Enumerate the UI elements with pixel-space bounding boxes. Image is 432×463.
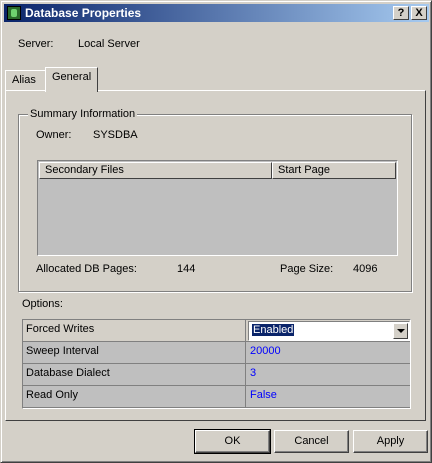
option-row: Database Dialect 3: [23, 364, 410, 386]
help-button[interactable]: ?: [393, 6, 409, 20]
allocated-db-pages-label: Allocated DB Pages:: [36, 263, 137, 275]
apply-button[interactable]: Apply: [353, 430, 428, 453]
option-value-cell: Enabled: [246, 320, 410, 342]
secondary-files-list[interactable]: Secondary Files Start Page: [37, 160, 398, 256]
column-header-start-page[interactable]: Start Page: [272, 162, 396, 179]
server-label: Server:: [18, 38, 54, 50]
option-value[interactable]: 3: [246, 364, 410, 386]
owner-label: Owner:: [36, 129, 72, 141]
option-name[interactable]: Database Dialect: [23, 364, 246, 386]
dropdown-selected-value: Enabled: [252, 324, 295, 336]
column-header-secondary-files[interactable]: Secondary Files: [39, 162, 272, 179]
tab-general[interactable]: General: [45, 67, 98, 92]
close-button[interactable]: X: [411, 6, 427, 20]
tab-alias[interactable]: Alias: [5, 70, 46, 90]
options-grid: Forced Writes Enabled Sweep Interval 200…: [22, 319, 411, 409]
option-name[interactable]: Sweep Interval: [23, 342, 246, 364]
option-row: Forced Writes Enabled: [23, 320, 410, 342]
ok-button[interactable]: OK: [194, 429, 271, 454]
option-name[interactable]: Read Only: [23, 386, 246, 408]
database-icon: [7, 6, 21, 20]
option-value[interactable]: 20000: [246, 342, 410, 364]
summary-information-legend: Summary Information: [28, 108, 138, 120]
option-value[interactable]: False: [246, 386, 410, 408]
chevron-down-icon[interactable]: [393, 323, 408, 339]
cancel-button[interactable]: Cancel: [274, 430, 349, 453]
title-bar[interactable]: Database Properties ? X: [4, 4, 429, 22]
option-name[interactable]: Forced Writes: [23, 320, 246, 342]
window-title: Database Properties: [25, 6, 142, 20]
option-row: Sweep Interval 20000: [23, 342, 410, 364]
page-size-value: 4096: [353, 263, 378, 275]
option-row: Read Only False: [23, 386, 410, 408]
options-label: Options:: [22, 298, 63, 310]
page-size-label: Page Size:: [280, 263, 334, 275]
allocated-db-pages-value: 144: [177, 263, 196, 275]
server-value: Local Server: [78, 38, 140, 50]
forced-writes-dropdown[interactable]: Enabled: [248, 321, 410, 341]
owner-value: SYSDBA: [93, 129, 138, 141]
